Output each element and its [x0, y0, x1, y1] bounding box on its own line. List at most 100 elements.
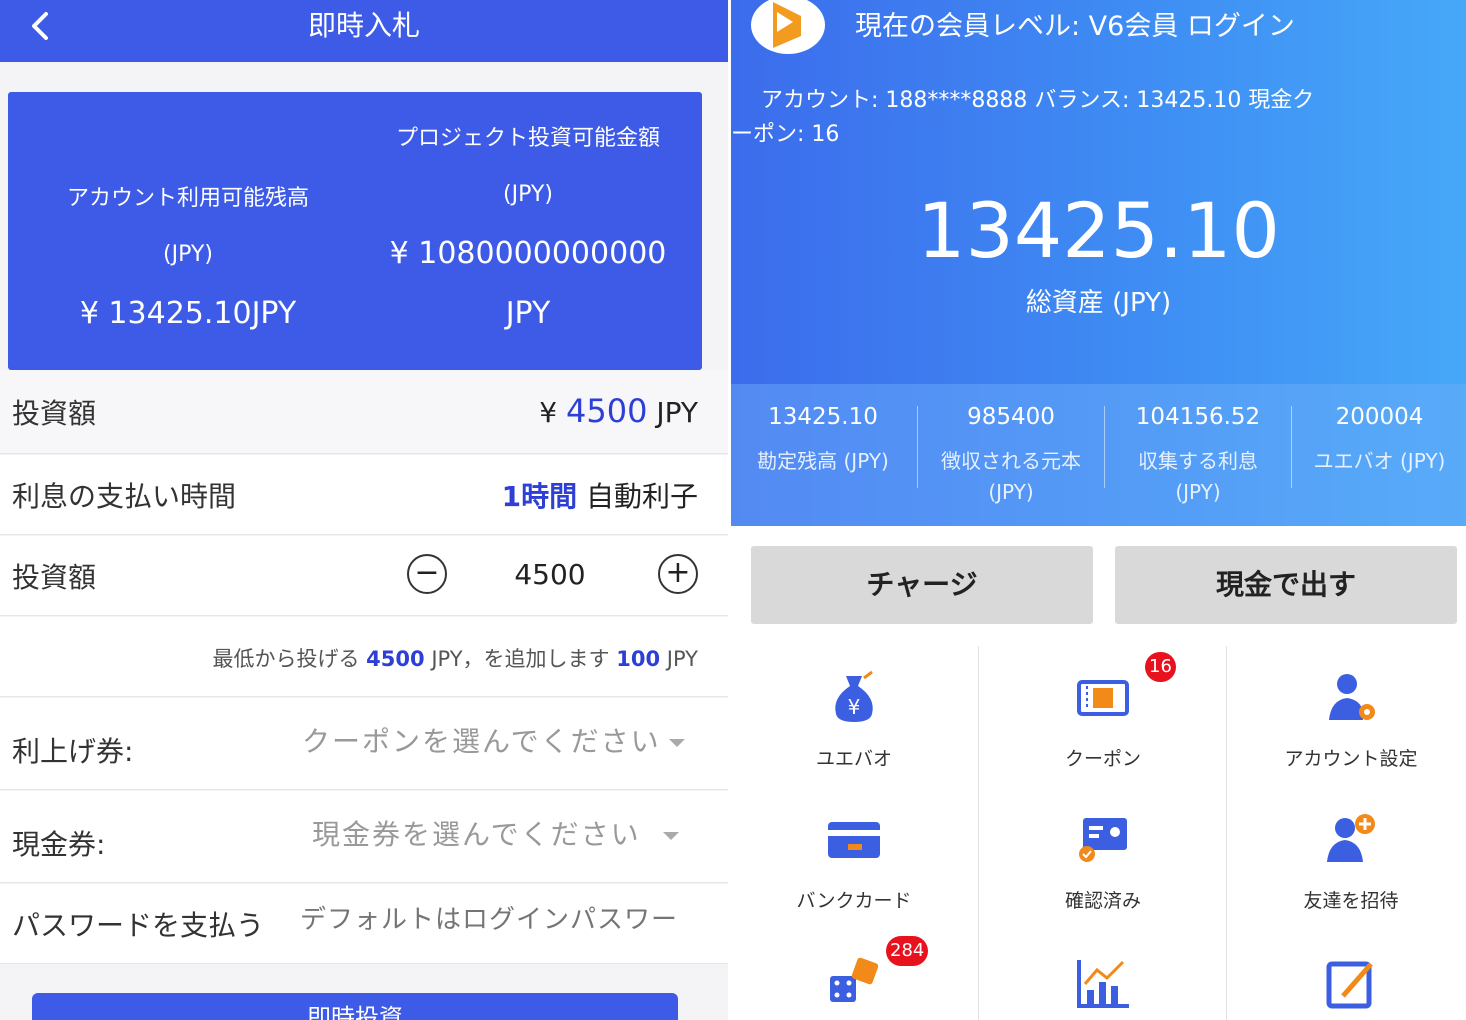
grid-divider: [978, 646, 979, 1020]
project-investable-value-unit: JPY: [505, 296, 551, 331]
stat-divider: [1104, 406, 1105, 488]
cash-coupon-label: 現金券:: [12, 828, 106, 861]
stat-label: ユエバオ (JPY): [1313, 449, 1446, 473]
dice-icon: [830, 957, 879, 1002]
coupon-badge: 16: [1145, 652, 1176, 682]
account-info: アカウント: 188****8888 バランス: 13425.10 現金ク ーポ…: [731, 84, 1466, 152]
menu-label: 確認済み: [1064, 890, 1141, 912]
decrease-button[interactable]: −: [407, 554, 447, 594]
chevron-down-icon: [662, 832, 679, 840]
min-invest-hint-row: 最低から投げる 4500 JPY，を追加します 100 JPY: [0, 617, 728, 697]
cash-coupon-select[interactable]: 現金券を選んでください: [312, 813, 679, 853]
project-investable-value: ¥ 1080000000000: [389, 236, 667, 271]
stat-value: 104156.52: [1135, 404, 1261, 430]
total-assets-label: 総資産 (JPY): [1025, 288, 1172, 318]
menu-yuebao[interactable]: ¥ ユエバオ: [734, 668, 974, 771]
stat-divider: [917, 406, 918, 488]
member-level: 現在の会員レベル: V6会員 ログイン: [855, 11, 1295, 42]
cash-coupon-placeholder: 現金券を選んでください: [312, 818, 641, 851]
account-info-line1: アカウント: 188****8888 バランス: 13425.10 現金ク: [761, 88, 1315, 113]
menu-label: アカウント設定: [1284, 748, 1418, 770]
menu-verified[interactable]: 確認済み: [983, 810, 1223, 913]
svg-text:¥: ¥: [848, 695, 861, 719]
payment-password-input[interactable]: [300, 900, 700, 940]
available-balance-unit: (JPY): [163, 242, 213, 267]
available-balance-label: アカウント利用可能残高: [66, 186, 309, 211]
menu-label: 友達を招待: [1303, 890, 1399, 912]
total-assets-value: 13425.10: [917, 186, 1280, 275]
profit-coupon-label: 利上げ券:: [12, 735, 134, 768]
logo-icon: [773, 2, 801, 48]
interest-time-row: 利息の支払い時間 1時間 自動利子: [0, 455, 728, 535]
invite-friend-icon: [1327, 814, 1375, 862]
hint-unit: JPY: [666, 647, 698, 671]
balance-card: アカウント利用可能残高 (JPY) ¥ 13425.10JPY プロジェクト投資…: [8, 92, 702, 370]
invest-amount-value: ¥ 4500 JPY: [539, 392, 698, 430]
payment-password-label: パスワードを支払う: [12, 909, 265, 942]
interest-time-label: 利息の支払い時間: [12, 480, 237, 513]
stat-yuebao: 200004 ユエバオ (JPY): [1293, 384, 1466, 526]
member-summary: 現在の会員レベル: V6会員 ログイン アカウント: 188****8888 バ…: [731, 0, 1466, 526]
min-invest-hint: 最低から投げる 4500 JPY，を追加します 100 JPY: [212, 643, 698, 673]
menu-coupon[interactable]: 16 クーポン: [983, 652, 1223, 771]
header-bar: 即時入札: [0, 0, 728, 62]
bank-card-icon: [828, 822, 880, 858]
hint-mid: JPY，を追加します: [431, 647, 610, 671]
grid-divider: [1226, 646, 1227, 1020]
hint-step: 100: [616, 647, 661, 671]
charge-button[interactable]: チャージ: [751, 546, 1093, 624]
verified-icon: [1079, 818, 1127, 862]
stat-interest: 104156.52 収集する利息 (JPY): [1106, 384, 1290, 526]
stat-label: 勘定残高 (JPY): [757, 449, 889, 473]
invest-amount-row: 投資額 ¥ 4500 JPY: [0, 370, 728, 454]
chevron-down-icon: [668, 739, 685, 747]
menu-account-settings[interactable]: アカウント設定: [1231, 668, 1466, 771]
payment-password-row: パスワードを支払う: [0, 884, 728, 964]
menu-dice[interactable]: 284: [734, 936, 974, 1010]
hint-prefix: 最低から投げる: [212, 647, 360, 671]
stats-bar: 13425.10 勘定残高 (JPY) 985400 徴収される元本 (JPY)…: [731, 384, 1466, 526]
coupon-icon: [1077, 680, 1129, 716]
project-investable-unit: (JPY): [503, 182, 553, 207]
stat-value: 985400: [967, 404, 1055, 430]
currency-symbol: ¥: [539, 396, 558, 429]
invest-amount-label: 投資額: [12, 397, 97, 430]
increase-button[interactable]: +: [658, 554, 698, 594]
stat-value: 13425.10: [768, 404, 878, 430]
stat-divider: [1291, 406, 1292, 488]
interest-period: 1時間: [501, 480, 578, 513]
withdraw-button[interactable]: 現金で出す: [1115, 546, 1457, 624]
quantity-value[interactable]: 4500: [490, 558, 610, 591]
menu-chart[interactable]: [983, 956, 1223, 1016]
interest-time-value: 1時間 自動利子: [502, 475, 698, 515]
menu-label: クーポン: [1064, 748, 1141, 770]
menu-label: バンクカード: [796, 890, 912, 912]
account-settings-icon: [1329, 674, 1375, 720]
menu-invite-friend[interactable]: 友達を招待: [1231, 810, 1466, 913]
interest-mode: 自動利子: [585, 480, 698, 513]
stat-label: 徴収される元本 (JPY): [941, 449, 1081, 504]
amount-stepper-row: 投資額 − 4500 +: [0, 536, 728, 616]
project-investable-label: プロジェクト投資可能金額: [395, 126, 660, 151]
stepper-label: 投資額: [12, 561, 97, 594]
amount-unit: JPY: [656, 396, 698, 429]
chart-icon: [1077, 960, 1129, 1008]
cash-coupon-row: 現金券: 現金券を選んでください: [0, 791, 728, 883]
account-info-line2: ーポン: 16: [731, 122, 840, 147]
profit-coupon-placeholder: クーポンを選んでください: [302, 725, 661, 758]
stat-account-balance: 13425.10 勘定残高 (JPY): [731, 384, 915, 526]
money-bag-icon: ¥: [835, 670, 873, 722]
brand-logo: [751, 0, 825, 54]
menu-edit[interactable]: [1231, 956, 1466, 1016]
edit-icon: [1326, 961, 1373, 1009]
amount-number: 4500: [566, 392, 648, 430]
stat-value: 200004: [1335, 404, 1424, 430]
invest-now-button[interactable]: 即時投資: [32, 993, 678, 1020]
hint-min: 4500: [366, 647, 425, 671]
dice-badge: 284: [886, 936, 929, 966]
page-title: 即時入札: [307, 9, 420, 42]
member-dashboard: 現在の会員レベル: V6会員 ログイン アカウント: 188****8888 バ…: [731, 0, 1466, 1020]
stat-principal: 985400 徴収される元本 (JPY): [919, 384, 1103, 526]
menu-bank-card[interactable]: バンクカード: [734, 810, 974, 913]
profit-coupon-select[interactable]: クーポンを選んでください: [302, 720, 685, 760]
